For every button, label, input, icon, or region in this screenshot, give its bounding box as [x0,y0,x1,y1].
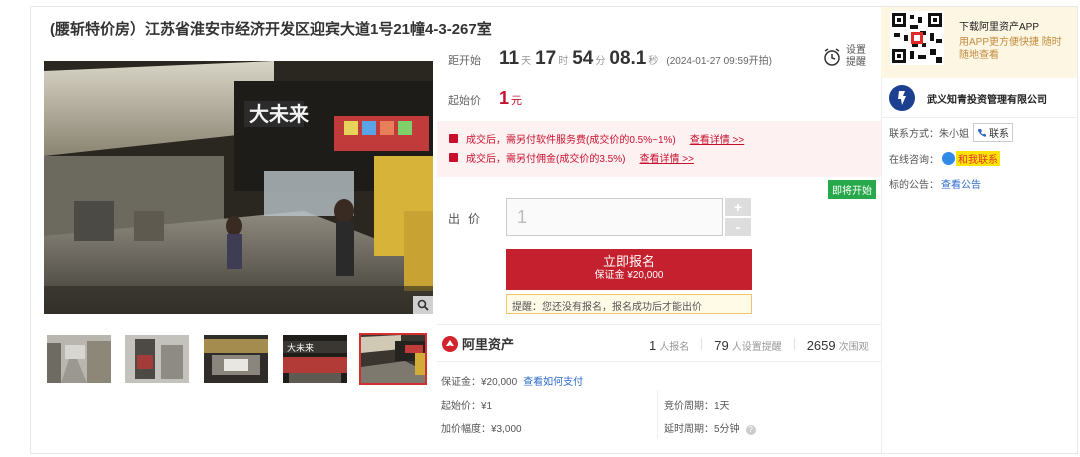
app-download-title: 下载阿里资产APP [959,22,1040,33]
reminder-count-label: 人设置提醒 [731,342,782,353]
seconds-unit: 秒 [648,56,659,67]
announcement-row: 标的公告： 查看公告 [889,176,981,191]
divider [657,390,658,438]
consult-button[interactable]: 和我联系 [942,151,1000,166]
magnifier-icon [417,299,429,311]
main-photo[interactable]: 大未来 [44,61,433,314]
countdown-minutes: 54 [572,48,594,69]
auction-stats: 1 人报名 79 人设置提醒 2659 次围观 [649,338,869,353]
start-price-info: 起始价：¥1 [441,401,493,412]
contact-row: 联系方式：朱小姐 联系 [889,123,1013,142]
thumbnail[interactable]: 大未来 [283,335,347,383]
view-count: 2659 [806,338,836,353]
reminder-label: 设置提醒 [846,45,866,68]
svg-text:大未来: 大未来 [249,102,310,126]
increase-bid-button[interactable]: + [725,198,751,216]
status-badge: 即将开始 [828,180,876,199]
brand: 阿里资产 [442,334,514,353]
announcement-label: 标的公告： [889,180,939,191]
delay-cycle-info: 延时周期：5分钟? [664,420,756,435]
notice-text: 成交后，需另付佣金(成交价的3.5%) [466,154,626,165]
org-logo-icon [889,85,915,111]
chat-icon [942,152,955,165]
consult-row: 在线咨询： 和我联系 [889,151,1000,166]
bag-icon [449,153,458,162]
countdown-hours: 17 [535,48,557,69]
contact-label: 联系方式：朱小姐 [889,129,969,140]
deposit-info: 保证金：¥20,000 查看如何支付 [441,373,583,388]
seller-org: 武义知青投资管理有限公司 [889,85,1047,111]
consult-label: 在线咨询： [889,155,939,166]
start-price-value: 1 [499,88,510,108]
signup-deposit: 保证金 ¥20,000 [594,270,664,281]
app-download-desc: 用APP更方便快捷 随时随地查看 [959,37,1062,61]
view-count-label: 次围观 [838,342,869,353]
countdown-seconds: 08.1 [609,48,647,69]
deposit-text: 保证金：¥20,000 [441,377,518,388]
signup-label: 立即报名 [602,254,655,269]
signup-hint: 提醒：您还没有报名，报名成功后才能出价 [506,294,752,314]
decrease-bid-button[interactable]: - [725,218,751,236]
thumbnail[interactable] [204,335,268,383]
svg-text:大未来: 大未来 [287,342,314,354]
reminder-count: 79 [714,338,729,353]
notice-text: 成交后，需另付软件服务费(成交价的0.5%~1%) [466,135,676,146]
page-title: (腰斩特价房）江苏省淮安市经济开发区迎宾大道1号21幢4-3-267室 [50,21,492,38]
notice-detail-link[interactable]: 查看详情 >> [639,150,693,165]
bid-stepper: + - [725,198,751,236]
start-price-unit: 元 [511,95,523,107]
contact-button[interactable]: 联系 [973,123,1013,142]
fee-notice: 成交后，需另付软件服务费(成交价的0.5%~1%) 查看详情 >> 成交后，需另… [437,121,881,177]
signup-button[interactable]: 立即报名 保证金 ¥20,000 [506,249,752,290]
divider [701,338,703,350]
org-name: 武义知青投资管理有限公司 [927,94,1047,106]
set-reminder-button[interactable]: 设置提醒 [822,45,870,69]
bidding-cycle-info: 竞价周期：1天 [664,401,730,412]
thumbnail[interactable] [47,335,111,383]
thumbnail-active[interactable] [359,333,427,385]
bid-amount-input[interactable] [506,198,723,236]
countdown-label: 距开始 [448,55,481,67]
qr-code-icon [890,11,944,65]
signup-count-label: 人报名 [659,342,690,353]
bag-icon [449,134,458,143]
start-price-label: 起始价 [448,95,481,107]
consult-button-label: 和我联系 [956,151,1000,166]
days-unit: 天 [521,56,532,67]
increment-info: 加价幅度：¥3,000 [441,424,522,435]
help-icon[interactable]: ? [745,425,756,435]
contact-button-label: 联系 [989,129,1009,140]
divider [437,361,881,362]
how-to-pay-link[interactable]: 查看如何支付 [523,377,583,388]
delay-cycle-text: 延时周期：5分钟 [664,424,740,435]
minutes-unit: 分 [595,56,606,67]
zoom-button[interactable] [413,296,433,314]
brand-name: 阿里资产 [462,337,515,352]
thumbnail[interactable] [125,335,189,383]
view-announcement-link[interactable]: 查看公告 [941,176,981,191]
phone-icon [977,128,986,137]
countdown: 距开始 11 天 17 时 54 分 08.1 秒 (2024-01-27 09… [448,48,772,78]
alarm-clock-icon [824,48,840,66]
start-price: 起始价 1 元 [448,88,522,109]
notice-detail-link[interactable]: 查看详情 >> [690,131,744,146]
notice-row: 成交后，需另付软件服务费(成交价的0.5%~1%) 查看详情 >> [449,129,869,148]
countdown-days: 11 [499,48,520,69]
divider [881,117,1077,118]
bid-label: 出价 [448,212,489,226]
divider [437,324,881,325]
hours-unit: 时 [558,56,569,67]
ali-asset-logo-icon [442,335,458,352]
auction-start-time: (2024-01-27 09:59开拍) [666,56,772,67]
divider [793,338,795,350]
signup-count: 1 [649,338,657,353]
notice-row: 成交后，需另付佣金(成交价的3.5%) 查看详情 >> [449,148,869,167]
